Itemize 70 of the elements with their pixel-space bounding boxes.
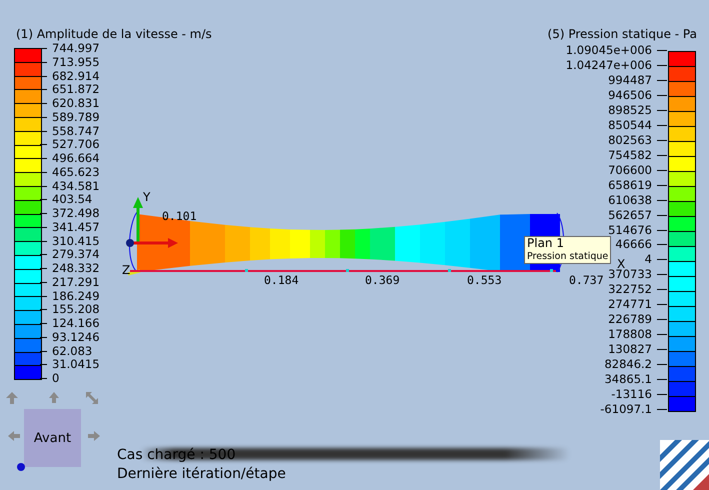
scale-value: 279.374	[52, 248, 100, 262]
scale-value: 322752	[608, 283, 652, 296]
scale-value: 155.208	[52, 303, 100, 316]
scale-value: 496.664	[52, 152, 100, 165]
legend-title: (5) Pression statique - Pa	[548, 27, 697, 41]
scale-value: 178808	[608, 328, 652, 342]
scale-value: 713.955	[52, 56, 100, 69]
tick-mark	[448, 269, 451, 272]
scale-value: 994487	[608, 74, 652, 87]
axis-label: Y	[143, 190, 150, 204]
stripes-logo	[660, 440, 709, 490]
scale-value: 527.706	[52, 138, 100, 152]
scale-value: 370733	[608, 268, 652, 282]
scale-value: 186.249	[52, 290, 100, 302]
axis-tick-label: 0.369	[365, 273, 400, 287]
axis-tick-label: 0.553	[467, 273, 502, 287]
scale-value: 130827	[608, 343, 652, 356]
scale-value: 82846.2	[604, 358, 652, 372]
scale-value: 217.291	[52, 276, 100, 289]
scale-value: -61097.1	[600, 403, 652, 416]
scale-value: 744.997	[52, 42, 100, 55]
scale-value: 514676	[608, 224, 652, 237]
axis-tick-label: 0.737	[569, 273, 604, 287]
scale-value: 0	[52, 372, 60, 385]
scale-value: 310.415	[52, 234, 100, 248]
tick-mark	[346, 269, 349, 272]
scale-value: 589.789	[52, 110, 100, 124]
scale-value: 558.747	[52, 124, 100, 138]
axis-label: Z	[122, 263, 130, 277]
scale-value: 1.09045e+006	[566, 44, 652, 57]
scale-value: 465.623	[52, 166, 100, 179]
scale-value: 226789	[608, 313, 652, 326]
view-cube-face[interactable]: Avant	[24, 409, 81, 467]
scale-value: 341.457	[52, 220, 100, 234]
tooltip-title: Plan 1	[527, 237, 565, 250]
scale-value: -13116	[611, 388, 652, 402]
scale-value: 898525	[608, 104, 652, 117]
scale-value: 403.54	[52, 193, 92, 206]
scale-value: 658619	[608, 178, 652, 192]
legend-title: (1) Amplitude de la vitesse - m/s	[16, 27, 212, 41]
axis-tick-label: 0.184	[264, 273, 299, 287]
axis-label: X	[617, 257, 626, 271]
scale-value: 34865.1	[604, 373, 652, 386]
scale-value: 434.581	[52, 180, 100, 192]
scale-value: 124.166	[52, 317, 100, 330]
dimension-value: 0.101	[162, 209, 197, 223]
scale-value: 682.914	[52, 70, 100, 82]
scale-value: 850544	[608, 118, 652, 132]
scale-value: 651.872	[52, 83, 100, 96]
scale-value: 46666	[615, 238, 652, 252]
scale-value: 562657	[608, 208, 652, 222]
origin-dot-icon	[17, 463, 25, 471]
status-line: Dernière itération/étape	[117, 465, 286, 484]
tooltip-subtitle: Pression statique	[527, 250, 608, 263]
scale-value: 274771	[608, 298, 652, 312]
scale-value: 4	[644, 253, 652, 266]
scale-value: 802563	[608, 134, 652, 147]
scale-value: 62.083	[52, 344, 92, 358]
scale-value: 372.498	[52, 207, 100, 220]
scale-value: 93.1246	[52, 330, 100, 344]
scale-value: 754582	[608, 148, 652, 162]
scale-value: 946506	[608, 88, 652, 102]
tick-mark	[550, 269, 553, 272]
tick-mark	[245, 269, 248, 272]
scale-value: 1.04247e+006	[566, 58, 652, 72]
scale-value: 31.0415	[52, 358, 100, 372]
scale-value: 610638	[608, 194, 652, 207]
scale-value: 620.831	[52, 97, 100, 110]
scale-value: 248.332	[52, 262, 100, 275]
scale-value: 706600	[608, 164, 652, 177]
